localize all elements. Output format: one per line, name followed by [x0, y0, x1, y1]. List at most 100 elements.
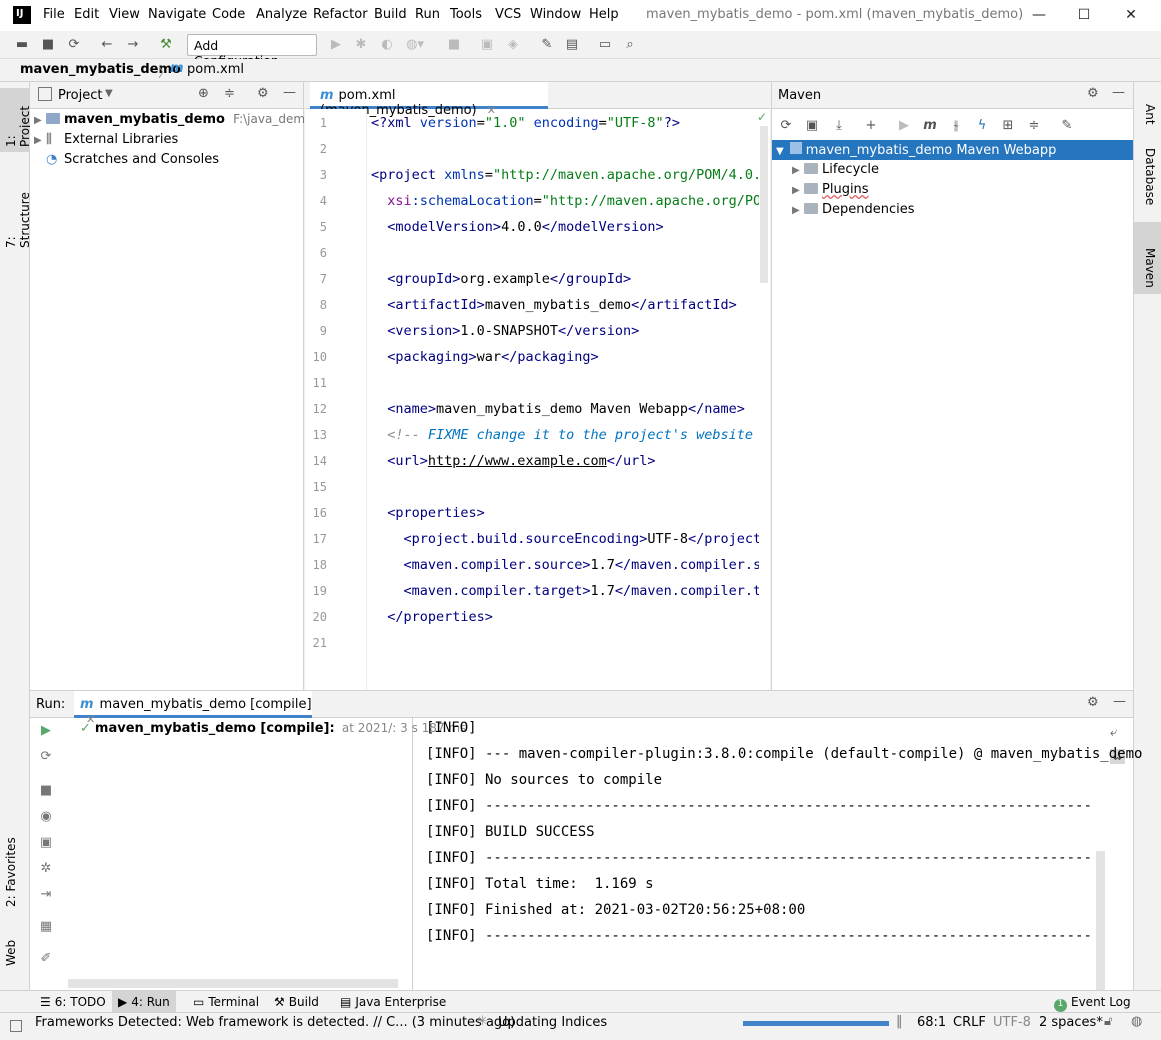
tool-tab-web[interactable]: Web [4, 934, 26, 966]
camera-icon[interactable]: ▣ [36, 835, 56, 855]
skip-tests-icon[interactable]: ϟ [972, 116, 992, 136]
menu-window[interactable]: Window [530, 7, 581, 22]
stop-icon[interactable]: ■ [444, 35, 464, 55]
run-tree-scrollbar[interactable] [68, 979, 398, 988]
editor-scrollbar[interactable] [760, 126, 768, 283]
menu-navigate[interactable]: Navigate [148, 7, 206, 22]
tool-tab-terminal[interactable]: ▭ Terminal [187, 991, 265, 1013]
forward-icon[interactable]: → [123, 35, 143, 55]
gear-icon[interactable]: ⚙ [1087, 86, 1099, 101]
tool-tab-structure[interactable]: 7: Structure [4, 178, 32, 248]
inspector-icon[interactable]: ◍ [1131, 1014, 1142, 1029]
rerun-failed-icon[interactable]: ⟳ [36, 749, 56, 769]
tool-tab-favorites[interactable]: 2: Favorites [4, 837, 26, 907]
hide-icon[interactable]: — [1112, 85, 1125, 100]
run-tab[interactable]: m maven_mybatis_demo [compile] ✕ [74, 691, 312, 726]
expand-arrow-icon[interactable]: ▶ [792, 185, 804, 196]
minimize-icon[interactable]: — [1025, 2, 1053, 28]
generate-sources-icon[interactable]: ▣ [802, 116, 822, 136]
debug-icon[interactable]: ✱ [351, 35, 371, 55]
expand-arrow-icon[interactable]: ▶ [792, 165, 804, 176]
eye-icon[interactable]: ◉ [36, 809, 56, 829]
indexing-status[interactable]: Updating Indices [498, 1015, 607, 1030]
file-encoding[interactable]: UTF-8 [993, 1015, 1031, 1030]
close-icon[interactable]: ✕ [1117, 2, 1145, 28]
wrench-icon[interactable]: ✎ [1057, 116, 1077, 136]
expand-arrow-icon[interactable]: ▶ [792, 205, 804, 216]
panel-toggle-icon[interactable] [10, 1020, 22, 1032]
vcs-icon[interactable]: ◈ [503, 35, 523, 55]
project-view-title[interactable]: Project [58, 88, 102, 103]
lock-icon[interactable]: 🔓︎ [1104, 1014, 1112, 1029]
breadcrumb-file[interactable]: pom.xml [187, 62, 244, 77]
collapse-icon[interactable]: ≑ [224, 86, 235, 101]
reload-icon[interactable]: ⟳ [776, 116, 796, 136]
menu-build[interactable]: Build [374, 7, 407, 22]
maven-root-node[interactable]: ▼ maven_mybatis_demo Maven Webapp [772, 140, 1133, 160]
tool-tab-ant[interactable]: Ant [1135, 104, 1157, 128]
editor-tab-pom[interactable]: m pom.xml (maven_mybatis_demo) ✕ [310, 82, 548, 118]
stop-icon[interactable]: ■ [36, 783, 56, 803]
tool-tab-java-enterprise[interactable]: ▤ Java Enterprise [334, 991, 452, 1013]
layout-icon[interactable]: ▦ [36, 919, 56, 939]
pin-icon[interactable]: ✐ [36, 951, 56, 971]
show-dependencies-icon[interactable]: ⊞ [998, 116, 1018, 136]
menu-analyze[interactable]: Analyze [256, 7, 307, 22]
back-icon[interactable]: ← [97, 35, 117, 55]
save-icon[interactable]: ■ [38, 35, 58, 55]
maximize-icon[interactable]: ☐ [1070, 2, 1098, 28]
gear-icon[interactable]: ⚙ [257, 86, 269, 101]
import-icon[interactable]: ⇥ [36, 887, 56, 907]
expand-arrow-icon[interactable]: ▶ [34, 115, 46, 126]
project-structure-icon[interactable]: ▤ [562, 35, 582, 55]
run-tree-item[interactable]: ✓ maven_mybatis_demo [compile]: at 2021/:… [80, 721, 466, 741]
gear-icon[interactable]: ⚙ [1087, 695, 1099, 710]
settings-icon[interactable]: ✲ [36, 861, 56, 881]
console-scrollbar[interactable] [1096, 851, 1105, 991]
settings-wrench-icon[interactable]: ✎ [537, 35, 557, 55]
soft-wrap-icon[interactable]: ⤶ [1110, 725, 1117, 740]
toggle-offline-icon[interactable]: ⫳ [946, 116, 966, 136]
menu-refactor[interactable]: Refactor [313, 7, 368, 22]
indent-setting[interactable]: 2 spaces* [1039, 1015, 1103, 1030]
line-separator[interactable]: CRLF [953, 1015, 986, 1030]
add-icon[interactable]: + [861, 116, 881, 136]
download-icon[interactable]: ⤓ [829, 116, 849, 136]
tool-tab-project[interactable]: 1: Project [4, 92, 32, 147]
tool-tab-build[interactable]: ⚒ Build [268, 991, 325, 1013]
hide-icon[interactable]: — [283, 85, 296, 100]
menu-view[interactable]: View [109, 7, 140, 22]
tool-tab-event-log[interactable]: 1 Event Log [1048, 991, 1137, 1013]
locate-icon[interactable]: ⊕ [198, 86, 209, 101]
open-folder-icon[interactable]: ▬ [12, 35, 32, 55]
menu-vcs[interactable]: VCS [495, 7, 521, 22]
sync-icon[interactable]: ⟳ [64, 35, 84, 55]
tree-item-project[interactable]: ▶ maven_mybatis_demo F:\java_demo\ma [34, 112, 335, 132]
menu-tools[interactable]: Tools [450, 7, 482, 22]
execute-goal-icon[interactable]: m [920, 116, 940, 136]
tree-item-scratches[interactable]: ◔ Scratches and Consoles [34, 152, 219, 172]
pause-icon[interactable]: ‖ [896, 1014, 903, 1029]
tool-tab-database[interactable]: Database [1135, 148, 1157, 214]
rerun-icon[interactable]: ▶ [36, 723, 56, 743]
maven-node-plugins[interactable]: ▶ Plugins [792, 182, 869, 202]
expand-arrow-icon[interactable]: ▼ [776, 146, 784, 157]
expand-arrow-icon[interactable]: ▶ [34, 135, 46, 146]
menu-run[interactable]: Run [415, 7, 440, 22]
chevron-down-icon[interactable]: ▼ [105, 88, 113, 99]
run-icon[interactable]: ▶ [326, 35, 346, 55]
search-icon[interactable]: ⌕ [620, 35, 640, 55]
build-hammer-icon[interactable]: ⚒ [156, 35, 176, 55]
maven-node-dependencies[interactable]: ▶ Dependencies [792, 202, 915, 222]
menu-help[interactable]: Help [589, 7, 619, 22]
profile-icon[interactable]: ◍▾ [405, 35, 425, 55]
coverage-icon[interactable]: ◐ [377, 35, 397, 55]
menu-edit[interactable]: Edit [74, 7, 99, 22]
tree-item-external-libraries[interactable]: ▶ ⫼ External Libraries [34, 132, 178, 152]
menu-code[interactable]: Code [212, 7, 245, 22]
add-configuration-button[interactable]: Add Configuration... [187, 34, 317, 68]
maven-node-lifecycle[interactable]: ▶ Lifecycle [792, 162, 879, 182]
code-area[interactable]: <?xml version="1.0" encoding="UTF-8"?> <… [367, 110, 759, 690]
status-message[interactable]: Frameworks Detected: Web framework is de… [35, 1015, 515, 1030]
tool-tab-todo[interactable]: ☰ 6: TODO [34, 991, 112, 1013]
